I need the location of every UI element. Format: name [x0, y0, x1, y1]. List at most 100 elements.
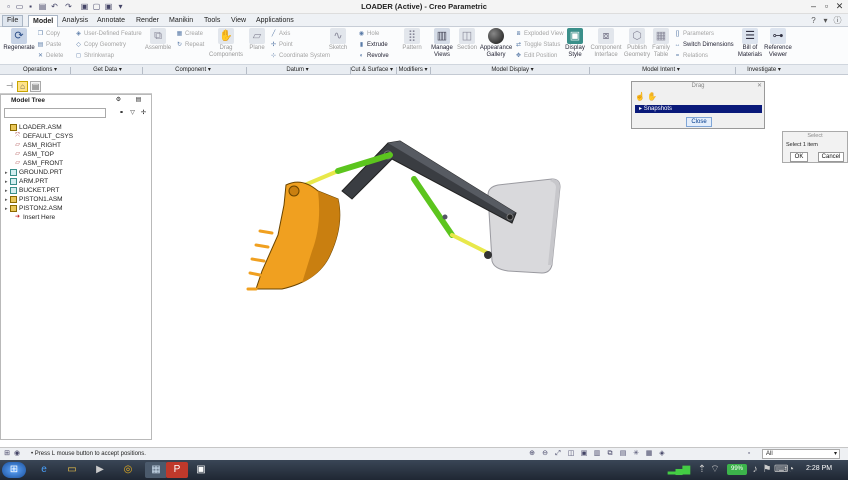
battery-indicator[interactable]: 99% — [727, 464, 747, 475]
user-defined-feature-button[interactable]: ◈ User-Defined Feature — [75, 30, 142, 38]
tree-settings-icon[interactable]: ⚙ — [115, 97, 124, 105]
group-component[interactable]: Component ▾ — [168, 66, 218, 74]
flag-icon[interactable]: ⚑ — [762, 462, 772, 478]
signal-icon[interactable]: ⌔ — [709, 462, 721, 478]
display-style-button[interactable]: ▣ Display Style — [562, 28, 588, 58]
arm[interactable] — [341, 140, 517, 224]
snapshots-section[interactable]: ▸ Snapshots — [635, 105, 762, 113]
tree-item-asm-top[interactable]: ▱ ASM_TOP — [9, 151, 54, 159]
group-modifiers[interactable]: Modifiers ▾ — [396, 66, 430, 74]
volume-icon[interactable]: ♪ — [750, 462, 760, 478]
annotation-display-icon[interactable]: ▤ — [619, 450, 627, 458]
section-button[interactable]: ◫ Section — [456, 28, 478, 52]
tab-view[interactable]: View — [227, 15, 250, 27]
pattern-button[interactable]: ⣿ Pattern — [400, 28, 424, 52]
copy-geometry-button[interactable]: ◇ Copy Geometry — [75, 41, 126, 49]
spin-center-icon[interactable]: ✳ — [632, 450, 640, 458]
powerpoint-icon[interactable]: P — [166, 462, 188, 478]
tree-show-icon[interactable]: ▤ — [135, 97, 144, 105]
display-style-small-icon[interactable]: ▣ — [580, 450, 588, 458]
exploded-view-button[interactable]: ⧈ Exploded View — [515, 30, 564, 38]
tree-item-loader-asm[interactable]: LOADER.ASM — [5, 124, 62, 132]
tree-item-piston1-asm[interactable]: ▸ PISTON1.ASM — [5, 196, 63, 204]
graphics-window[interactable] — [152, 75, 848, 447]
ribbon-toggle-icon[interactable]: ▾ — [821, 16, 830, 25]
bill-of-materials-button[interactable]: ☰ Bill of Materials — [735, 28, 765, 58]
folder-browser-tab-icon[interactable]: ▤ — [30, 81, 41, 92]
view-manager-icon[interactable]: ▦ — [645, 450, 653, 458]
group-model-intent[interactable]: Model Intent ▾ — [636, 66, 686, 74]
tab-file[interactable]: File — [2, 15, 24, 27]
paste-button[interactable]: ▤ Paste — [37, 41, 62, 49]
appearance-gallery-button[interactable]: Appearance Gallery — [479, 28, 513, 58]
tree-item-insert-here[interactable]: ➜ Insert Here — [9, 214, 55, 222]
assemble-button[interactable]: ⧉ Assemble — [142, 28, 174, 52]
perspective-icon[interactable]: ◈ — [658, 450, 666, 458]
help-icon[interactable]: ? — [809, 16, 818, 25]
tree-filter-input[interactable] — [4, 108, 106, 118]
switch-dimensions-button[interactable]: ↔ Switch Dimensions — [674, 41, 734, 49]
manage-views-button[interactable]: ▥ Manage Views — [428, 28, 456, 58]
model-tree-tab-icon[interactable]: ⌂ — [17, 81, 28, 92]
point-button[interactable]: ✢ Point — [270, 41, 293, 49]
browser-icon[interactable]: ◉ — [13, 450, 21, 458]
navigator-toggle-icon[interactable]: ⊣ — [4, 81, 15, 92]
bucket[interactable] — [246, 181, 341, 291]
parameters-button[interactable]: [] Parameters — [674, 30, 714, 38]
tree-item-piston2-asm[interactable]: ▸ PISTON2.ASM — [5, 205, 63, 213]
drag-close-button[interactable]: Close — [686, 117, 712, 127]
saved-views-icon[interactable]: ▥ — [593, 450, 601, 458]
file-explorer-icon[interactable]: ▭ — [61, 462, 83, 478]
publish-geometry-button[interactable]: ⬡ Publish Geometry — [623, 28, 651, 58]
close-icon[interactable]: ✕ — [834, 1, 845, 12]
network-meter-icon[interactable]: ▂▄▆ — [666, 462, 692, 478]
tab-model[interactable]: Model — [28, 15, 59, 27]
regenerate-button[interactable]: ⟳ Regenerate — [3, 28, 35, 52]
internet-explorer-icon[interactable]: e — [33, 462, 55, 478]
tab-analysis[interactable]: Analysis — [58, 15, 92, 27]
tab-tools[interactable]: Tools — [200, 15, 224, 27]
tree-find-icon[interactable]: ⚭ — [118, 110, 127, 118]
copy-button[interactable]: ❐ Copy — [37, 30, 60, 38]
tree-item-asm-front[interactable]: ▱ ASM_FRONT — [9, 160, 63, 168]
zoom-icon[interactable]: ⊕ — [528, 450, 536, 458]
select-ok-button[interactable]: OK — [790, 152, 808, 162]
coordinate-system-button[interactable]: ⊹ Coordinate System — [270, 52, 330, 60]
wifi-icon[interactable]: ◔ — [786, 462, 796, 478]
datum-display-icon[interactable]: ⧉ — [606, 450, 614, 458]
axis-button[interactable]: ╱ Axis — [270, 30, 291, 38]
repaint-icon[interactable]: ◫ — [567, 450, 575, 458]
tree-add-column-icon[interactable]: ✢ — [140, 110, 149, 118]
group-datum[interactable]: Datum ▾ — [280, 66, 315, 74]
tab-render[interactable]: Render — [132, 15, 163, 27]
tree-filter-icon[interactable]: ▽ — [129, 110, 138, 118]
create-button[interactable]: ▦ Create — [176, 30, 203, 38]
maximize-icon[interactable]: ▫ — [821, 1, 832, 12]
selection-filter-dropdown[interactable]: All ▾ — [762, 449, 840, 459]
extrude-button[interactable]: ▮ Extrude — [358, 41, 388, 49]
refit-icon[interactable]: ⤢ — [554, 450, 562, 458]
drag-point-icon[interactable]: ☝ — [635, 92, 645, 101]
creo-taskbar-icon[interactable]: ▦ — [145, 462, 167, 478]
keyboard-icon[interactable]: ⌨ — [774, 462, 788, 478]
revolve-button[interactable]: ◐ Revolve — [358, 52, 389, 60]
component-interface-button[interactable]: ⧇ Component Interface — [589, 28, 623, 58]
drag-body-icon[interactable]: ✋ — [647, 92, 657, 101]
family-table-button[interactable]: ▦ Family Table — [650, 28, 672, 58]
drag-dialog-close-icon[interactable]: ✕ — [757, 82, 762, 89]
repeat-button[interactable]: ↻ Repeat — [176, 41, 204, 49]
tree-item-ground-prt[interactable]: ▸ GROUND.PRT — [5, 169, 63, 177]
loader-model[interactable] — [152, 75, 848, 447]
tree-item-default-csys[interactable]: ⤧ DEFAULT_CSYS — [9, 133, 73, 141]
shrinkwrap-button[interactable]: ◻ Shrinkwrap — [75, 52, 114, 60]
reference-viewer-button[interactable]: ⊶ Reference Viewer — [764, 28, 792, 58]
select-cancel-button[interactable]: Cancel — [818, 152, 844, 162]
media-player-icon[interactable]: ▶ — [89, 462, 111, 478]
zoom-in-icon[interactable]: ⊖ — [541, 450, 549, 458]
tree-item-asm-right[interactable]: ▱ ASM_RIGHT — [9, 142, 61, 150]
ground-plate[interactable] — [487, 178, 561, 274]
relations-button[interactable]: = Relations — [674, 52, 708, 60]
hole-button[interactable]: ◉ Hole — [358, 30, 379, 38]
drag-components-button[interactable]: ✋ Drag Components — [207, 28, 245, 58]
tab-manikin[interactable]: Manikin — [165, 15, 197, 27]
